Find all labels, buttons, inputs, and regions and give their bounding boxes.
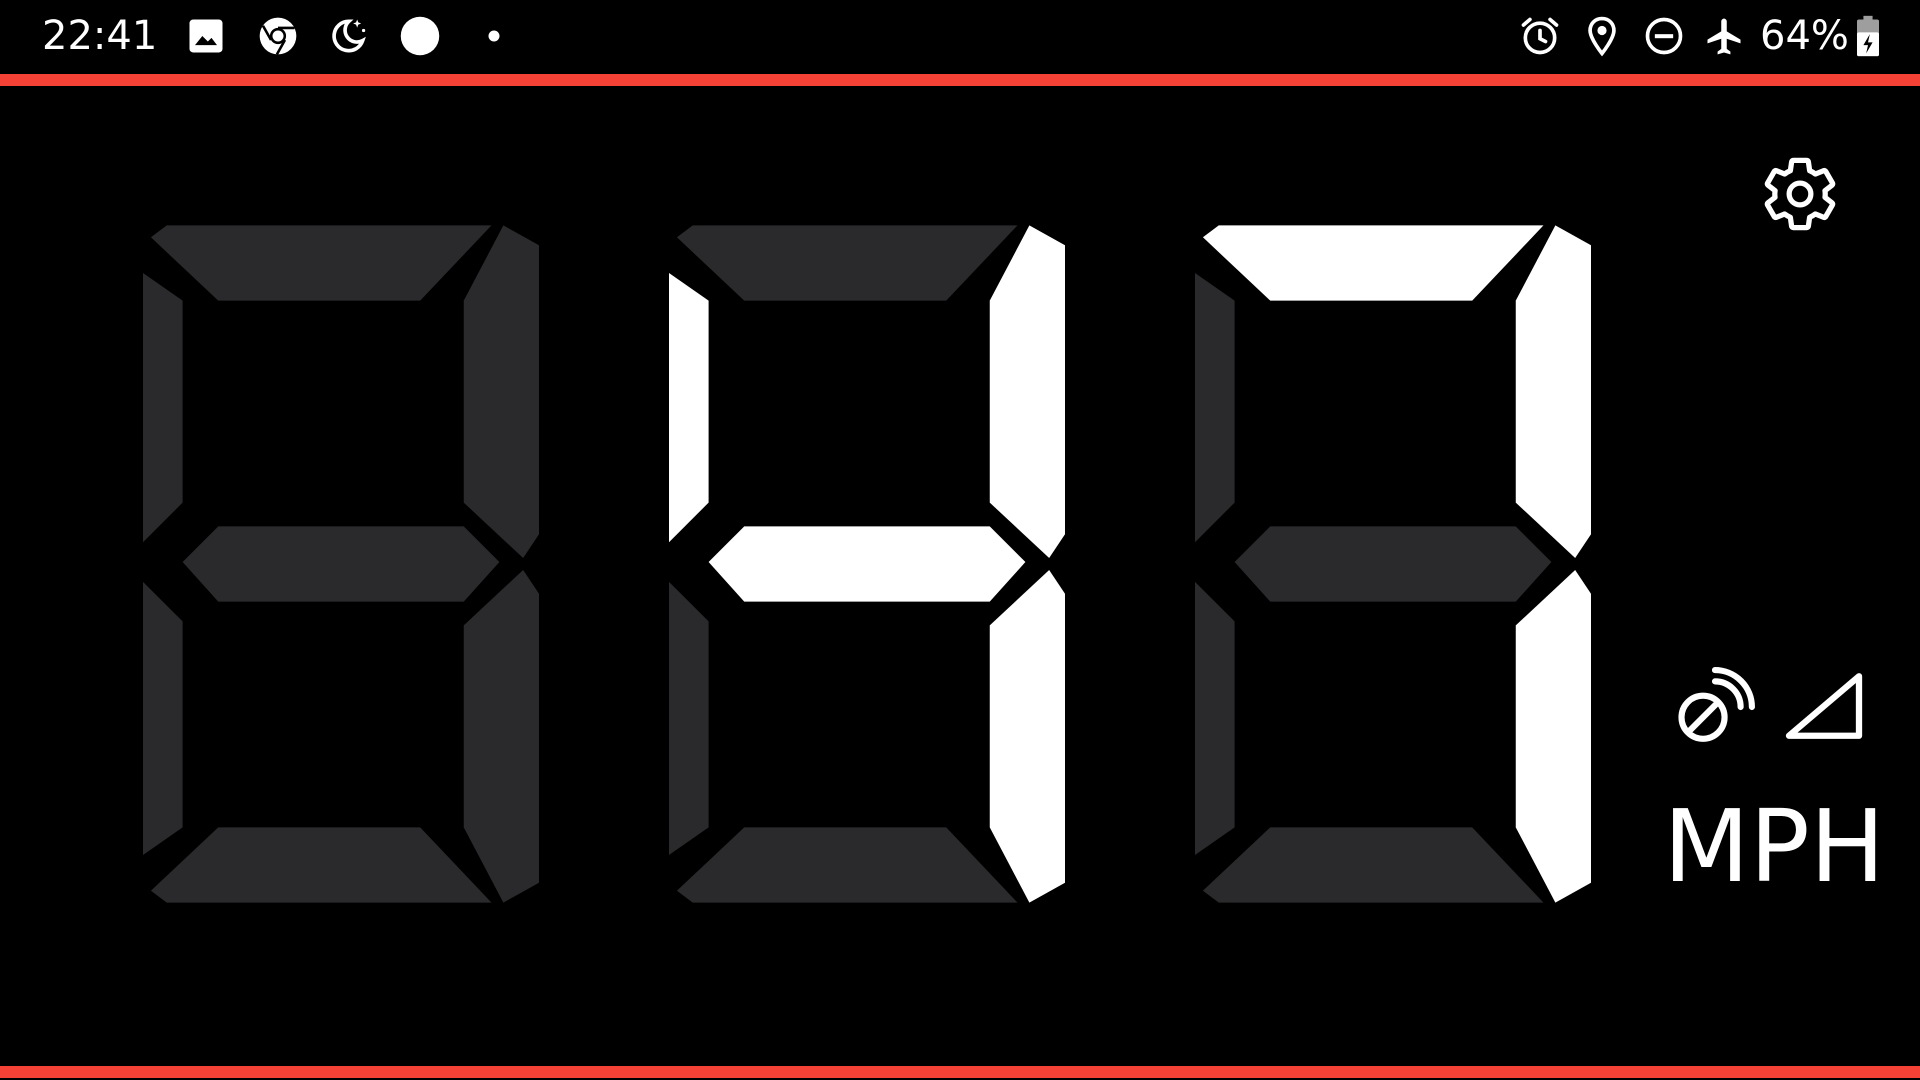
speed-unit-label: MPH <box>1663 788 1885 905</box>
speed-digit <box>143 225 539 903</box>
gps-off-icon <box>1678 667 1755 742</box>
segment-a-off <box>150 225 492 301</box>
segment-a-on <box>1202 225 1544 301</box>
segment-g-off <box>182 526 500 602</box>
settings-gear-icon[interactable] <box>1758 152 1842 236</box>
segment-g-off <box>1234 526 1552 602</box>
segment-d-off <box>150 827 492 903</box>
segment-g-on <box>708 526 1026 602</box>
segment-e-off <box>143 581 183 856</box>
segment-a-off <box>676 225 1018 301</box>
segment-c-off <box>463 569 539 903</box>
segment-f-off <box>143 272 183 543</box>
speed-digit <box>1195 225 1591 903</box>
signal-strength-icon <box>1785 673 1863 739</box>
speedometer-screen: 22:41 64% MPH <box>0 0 1920 1080</box>
segment-e-off <box>1195 581 1235 856</box>
segment-d-off <box>1202 827 1544 903</box>
speed-display <box>0 0 1920 1080</box>
segment-c-on <box>1515 569 1591 903</box>
segment-f-off <box>1195 272 1235 543</box>
segment-b-off <box>463 225 539 559</box>
segment-c-on <box>989 569 1065 903</box>
segment-b-on <box>989 225 1065 559</box>
segment-f-on <box>669 272 709 543</box>
segment-d-off <box>676 827 1018 903</box>
segment-e-off <box>669 581 709 856</box>
speed-digit <box>669 225 1065 903</box>
segment-b-on <box>1515 225 1591 559</box>
